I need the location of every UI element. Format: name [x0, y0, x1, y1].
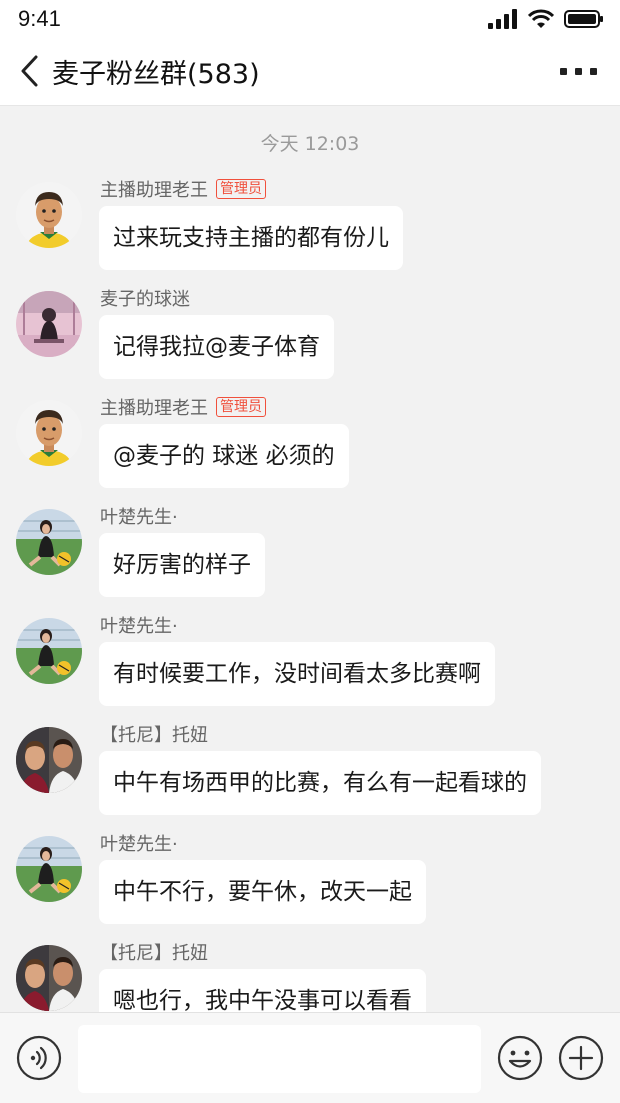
voice-button[interactable] — [16, 1035, 62, 1081]
battery-icon — [564, 10, 603, 28]
message-bubble[interactable]: 记得我拉@麦子体育 — [99, 315, 334, 379]
message-bubble[interactable]: 过来玩支持主播的都有份儿 — [99, 206, 403, 270]
time-divider: 今天 12:03 — [260, 133, 360, 155]
sender-row: 叶楚先生· — [100, 612, 178, 638]
avatar-footballer-image — [16, 182, 82, 248]
message-item: 叶楚先生· 中午不行，要午休，改天一起 — [0, 830, 620, 936]
more-icon-dot — [590, 67, 597, 75]
message-item: 【托尼】托妞 嗯也行，我中午没事可以看看 — [0, 939, 620, 1012]
sender-row: 叶楚先生· — [100, 830, 178, 856]
sender-row: 主播助理老王 管理员 — [100, 394, 266, 420]
sender-row: 叶楚先生· — [100, 503, 178, 529]
more-icon-dot — [575, 67, 582, 75]
message-item: 麦子的球迷 记得我拉@麦子体育 — [0, 285, 620, 391]
sender-row: 麦子的球迷 — [100, 285, 190, 311]
sender-row: 主播助理老王 管理员 — [100, 176, 266, 202]
sender-row: 【托尼】托妞 — [100, 939, 208, 965]
group-title: 麦子粉丝群(583) — [52, 59, 260, 90]
avatar-pink-photo-image — [16, 291, 82, 357]
avatar-two-players-image — [16, 945, 82, 1011]
sender-name[interactable]: 叶楚先生· — [100, 612, 178, 638]
message-bubble[interactable]: @麦子的 球迷 必须的 — [99, 424, 349, 488]
back-button[interactable] — [16, 53, 44, 89]
message-item: 主播助理老王 管理员 @麦子的 球迷 必须的 — [0, 394, 620, 500]
message-item: 主播助理老王 管理员 过来玩支持主播的都有份儿 — [0, 176, 620, 282]
message-input[interactable] — [78, 1025, 481, 1093]
more-button[interactable] — [560, 64, 598, 78]
sender-name[interactable]: 主播助理老王 — [100, 394, 208, 420]
message-bubble[interactable]: 中午不行，要午休，改天一起 — [99, 860, 426, 924]
avatar-girl-football-image — [16, 618, 82, 684]
avatar[interactable] — [16, 945, 82, 1011]
avatar[interactable] — [16, 182, 82, 248]
sender-row: 【托尼】托妞 — [100, 721, 208, 747]
sender-name[interactable]: 叶楚先生· — [100, 503, 178, 529]
chat-header: 麦子粉丝群(583) — [0, 36, 620, 106]
avatar[interactable] — [16, 400, 82, 466]
avatar[interactable] — [16, 836, 82, 902]
chevron-left-icon — [21, 55, 38, 87]
wifi-icon — [528, 9, 554, 28]
avatar[interactable] — [16, 727, 82, 793]
chat-screen: 9:41 麦子粉丝群(583) 今天 12:03 主播助理老王 管理员 过来玩支… — [0, 0, 620, 1103]
message-item: 叶楚先生· 好厉害的样子 — [0, 503, 620, 609]
status-bar: 9:41 — [0, 0, 620, 36]
message-item: 叶楚先生· 有时候要工作，没时间看太多比赛啊 — [0, 612, 620, 718]
message-item: 【托尼】托妞 中午有场西甲的比赛，有么有一起看球的 — [0, 721, 620, 827]
emoji-button[interactable] — [497, 1035, 543, 1081]
sender-name[interactable]: 【托尼】托妞 — [100, 939, 208, 965]
admin-badge: 管理员 — [216, 397, 266, 417]
sender-name[interactable]: 叶楚先生· — [100, 830, 178, 856]
avatar-girl-football-image — [16, 509, 82, 575]
avatar[interactable] — [16, 618, 82, 684]
plus-button[interactable] — [558, 1035, 604, 1081]
sender-name[interactable]: 【托尼】托妞 — [100, 721, 208, 747]
emoji-icon — [497, 1035, 543, 1081]
avatar-footballer-image — [16, 400, 82, 466]
sender-name[interactable]: 主播助理老王 — [100, 176, 208, 202]
admin-badge: 管理员 — [216, 179, 266, 199]
avatar[interactable] — [16, 509, 82, 575]
signal-icon — [488, 9, 517, 29]
status-icons — [488, 8, 604, 30]
more-icon — [560, 67, 567, 75]
sender-name[interactable]: 麦子的球迷 — [100, 285, 190, 311]
voice-icon — [16, 1035, 62, 1081]
message-bubble[interactable]: 嗯也行，我中午没事可以看看 — [99, 969, 426, 1012]
avatar-two-players-image — [16, 727, 82, 793]
status-time: 9:41 — [18, 6, 61, 31]
message-bubble[interactable]: 有时候要工作，没时间看太多比赛啊 — [99, 642, 495, 706]
message-list[interactable]: 今天 12:03 主播助理老王 管理员 过来玩支持主播的都有份儿 麦子的球迷 记… — [0, 106, 620, 1012]
avatar-girl-football-image — [16, 836, 82, 902]
plus-icon — [558, 1035, 604, 1081]
avatar[interactable] — [16, 291, 82, 357]
input-bar — [0, 1012, 620, 1103]
message-bubble[interactable]: 好厉害的样子 — [99, 533, 265, 597]
message-bubble[interactable]: 中午有场西甲的比赛，有么有一起看球的 — [99, 751, 541, 815]
